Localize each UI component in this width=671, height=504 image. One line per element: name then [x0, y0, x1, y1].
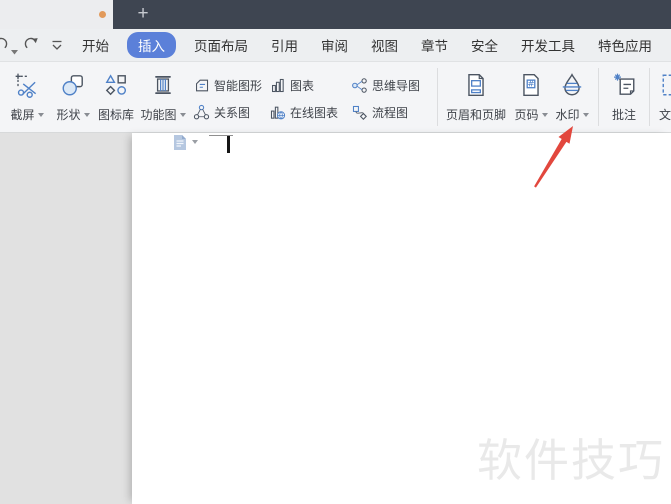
wps-writer-window: + 开始 插入 页面布局 引用 审阅 视图 章节 安全 开发工具 特色应用 截屏…	[0, 0, 671, 504]
tab-section[interactable]: 章节	[421, 35, 448, 55]
online-chart-label: 在线图表	[290, 105, 339, 120]
tab-insert[interactable]: 插入	[127, 32, 176, 58]
undo-icon[interactable]	[0, 36, 8, 56]
relation-diagram-button[interactable]: 关系图	[193, 100, 250, 124]
new-tab-button[interactable]: +	[130, 0, 156, 29]
comment-label: 批注	[611, 107, 636, 122]
tab-home[interactable]: 开始	[82, 35, 109, 55]
relation-diagram-label: 关系图	[214, 105, 251, 120]
header-footer-icon	[463, 65, 489, 105]
ribbon-divider	[437, 68, 438, 126]
chart-label: 图表	[290, 78, 315, 93]
chevron-down-icon	[582, 113, 589, 117]
document-tab-bar: +	[0, 0, 671, 29]
online-chart-button[interactable]: 在线图表	[269, 100, 338, 124]
chevron-down-icon	[541, 113, 548, 117]
icon-library-label: 图标库	[97, 107, 134, 122]
tab-developer[interactable]: 开发工具	[521, 35, 575, 55]
tab-security[interactable]: 安全	[471, 35, 498, 55]
shapes-label: 形状	[56, 107, 81, 122]
screenshot-label: 截屏	[10, 107, 35, 122]
mindmap-button[interactable]: 思维导图	[351, 73, 420, 97]
page-watermark-text: 软件技巧	[477, 435, 666, 486]
unsaved-changes-dot	[99, 11, 106, 18]
chevron-down-icon[interactable]	[192, 140, 198, 144]
smartart-icon	[196, 79, 209, 91]
menu-bar: 开始 插入 页面布局 引用 审阅 视图 章节 安全 开发工具 特色应用	[0, 29, 671, 62]
text-tool-label: 文	[659, 107, 671, 122]
icon-library-icon	[103, 65, 129, 105]
tab-special-features[interactable]: 特色应用	[598, 35, 652, 55]
customize-toolbar-icon[interactable]	[50, 39, 64, 57]
ribbon-divider	[598, 68, 599, 126]
chart-button[interactable]: 图表	[269, 73, 314, 97]
page-options-button[interactable]	[172, 134, 198, 151]
tab-page-layout[interactable]: 页面布局	[194, 35, 248, 55]
shapes-icon	[60, 65, 86, 105]
mindmap-label: 思维导图	[372, 78, 421, 93]
screenshot-icon	[14, 65, 40, 105]
ribbon-divider	[649, 68, 650, 126]
text-tool-button-partial[interactable]: 文	[654, 65, 671, 129]
function-diagram-label: 功能图	[140, 107, 177, 122]
function-diagram-icon	[150, 65, 176, 105]
shapes-button[interactable]: 形状	[50, 65, 96, 129]
text-tool-icon	[654, 65, 671, 105]
chart-icon	[272, 78, 284, 92]
undo-dropdown-icon[interactable]	[11, 42, 18, 60]
svg-text:#: #	[527, 80, 534, 90]
screenshot-button[interactable]: 截屏	[4, 65, 50, 129]
tab-review[interactable]: 审阅	[321, 35, 348, 55]
icon-library-button[interactable]: 图标库	[94, 65, 138, 129]
watermark-icon	[559, 65, 585, 105]
comment-icon	[611, 65, 637, 105]
flowchart-icon	[352, 105, 367, 120]
chevron-down-icon	[179, 113, 186, 117]
smartart-label: 智能图形	[214, 78, 263, 93]
tab-view[interactable]: 视图	[371, 35, 398, 55]
chevron-down-icon	[37, 113, 44, 117]
redo-icon[interactable]	[24, 36, 39, 56]
flowchart-label: 流程图	[372, 105, 409, 120]
online-chart-icon	[270, 106, 286, 119]
flowchart-button[interactable]: 流程图	[351, 100, 408, 124]
header-footer-button[interactable]: 页眉和页脚	[441, 65, 511, 129]
smartart-button[interactable]: 智能图形	[193, 73, 262, 97]
header-footer-label: 页眉和页脚	[445, 107, 506, 122]
chevron-down-icon	[83, 113, 90, 117]
comment-button[interactable]: 批注	[601, 65, 647, 129]
tab-references[interactable]: 引用	[271, 35, 298, 55]
page-number-icon: #	[518, 65, 544, 105]
document-icon	[174, 135, 186, 150]
menu-tab-strip: 开始 插入 页面布局 引用 审阅 视图 章节 安全 开发工具 特色应用	[82, 29, 652, 61]
mindmap-icon	[352, 77, 367, 93]
document-page[interactable]: 软件技巧	[132, 133, 671, 504]
active-document-tab[interactable]	[0, 0, 113, 29]
function-diagram-button[interactable]: 功能图	[138, 65, 188, 129]
annotation-arrow	[534, 126, 573, 188]
relation-diagram-icon	[193, 104, 210, 119]
text-cursor	[227, 136, 230, 153]
